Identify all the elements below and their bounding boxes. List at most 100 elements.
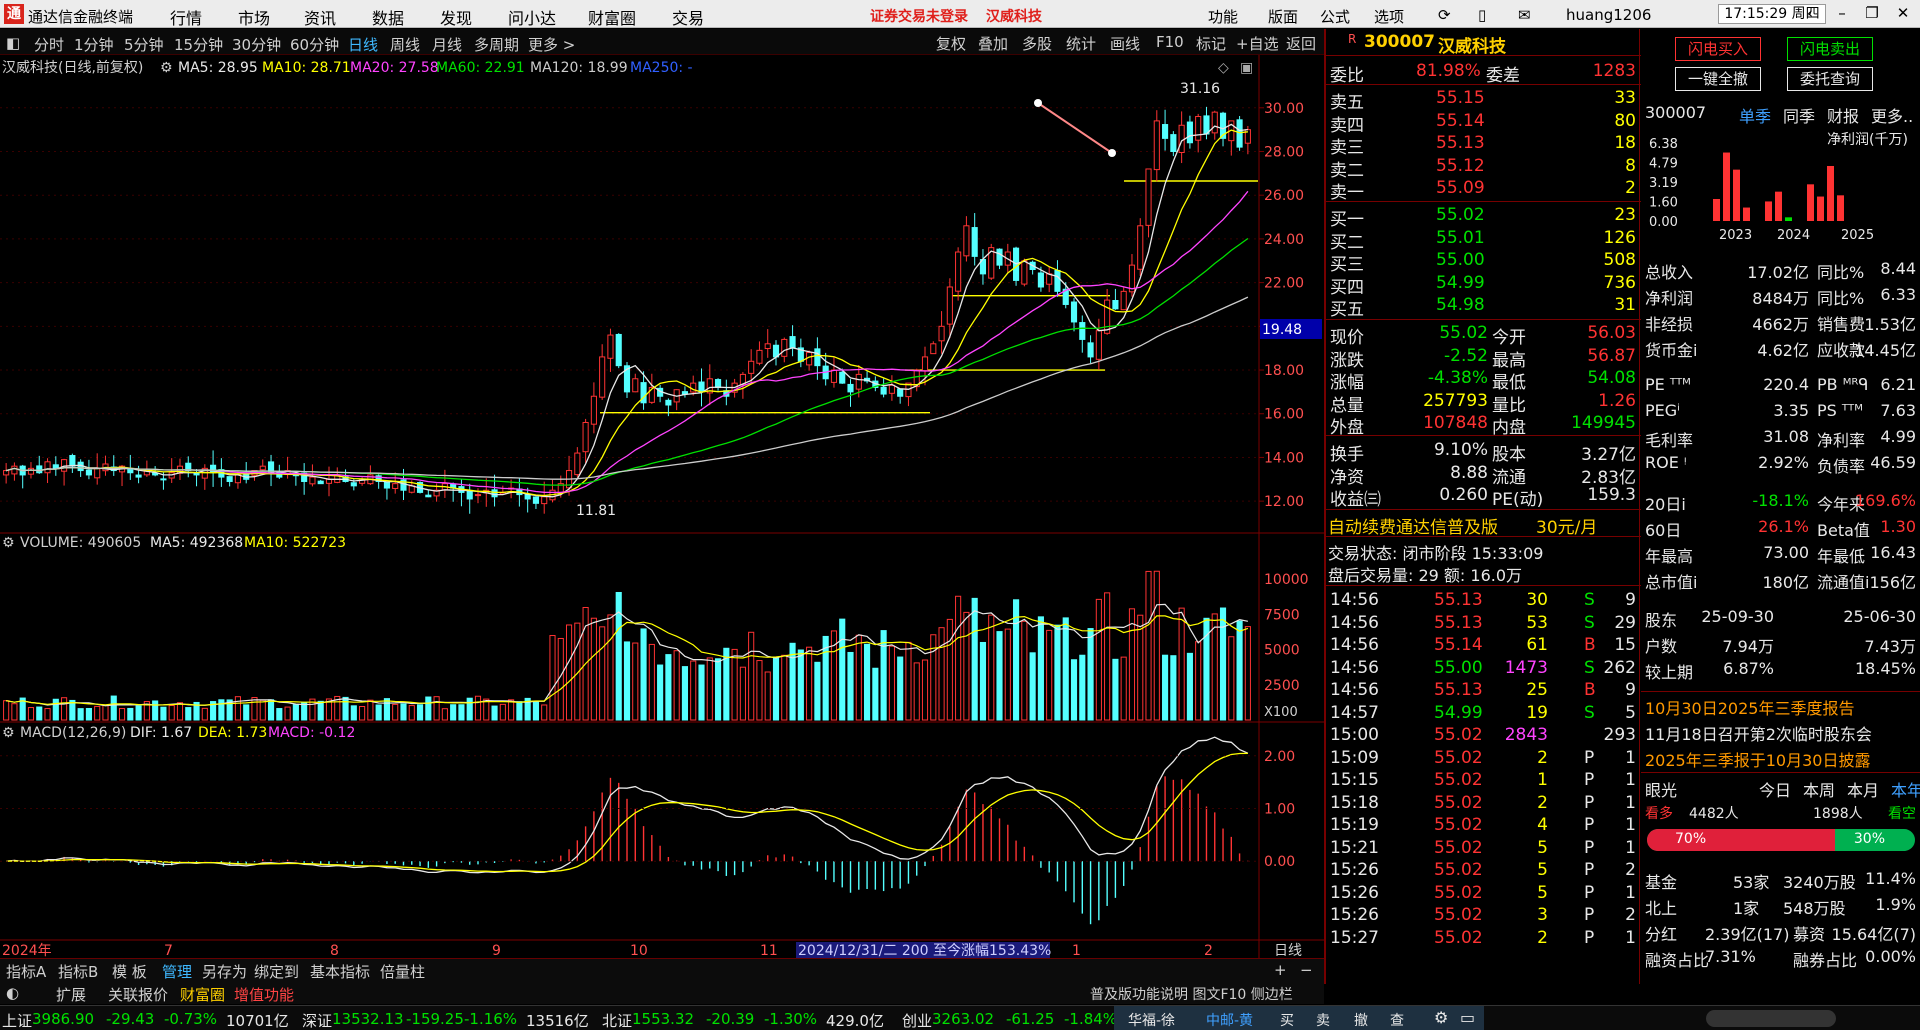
- tab-value-added[interactable]: 增值功能: [234, 984, 294, 1005]
- period-1min[interactable]: 1分钟: [74, 34, 114, 55]
- menu-item-shuju[interactable]: 数据: [372, 5, 404, 29]
- tool-back[interactable]: 返回: [1286, 33, 1316, 54]
- settings-icon[interactable]: ⚙: [160, 60, 173, 76]
- tab-template[interactable]: 模 板: [112, 961, 147, 982]
- tab-extend[interactable]: 扩展: [56, 984, 86, 1005]
- period-15min[interactable]: 15分钟: [174, 34, 223, 55]
- menu-item-jiaoyi[interactable]: 交易: [672, 5, 704, 29]
- tab-save-as[interactable]: 另存为: [202, 961, 247, 982]
- period-monthly[interactable]: 月线: [432, 34, 462, 55]
- settings-icon[interactable]: ⚙: [1434, 1008, 1448, 1027]
- eyes-tab[interactable]: 本周: [1803, 777, 1835, 801]
- diamond-icon[interactable]: ◇: [1218, 60, 1229, 76]
- tab-manage[interactable]: 管理: [162, 961, 192, 982]
- menu-item-wenxiaoda[interactable]: 问小达: [508, 5, 556, 29]
- tab-double-volume[interactable]: 倍量柱: [380, 961, 425, 982]
- eyes-tab[interactable]: 本年: [1891, 777, 1920, 801]
- minimize-icon[interactable]: –: [1832, 4, 1852, 24]
- volume-bar: [1029, 652, 1036, 721]
- tool-add-watchlist[interactable]: +自选: [1236, 33, 1279, 54]
- period-more[interactable]: 更多 >: [528, 34, 575, 55]
- panel-icon[interactable]: ▣: [1240, 60, 1253, 76]
- macd-settings-icon[interactable]: ⚙: [2, 725, 15, 741]
- restore-icon[interactable]: ❐: [1862, 4, 1882, 24]
- order-query-button[interactable]: 委托查询: [1787, 67, 1873, 91]
- flash-sell-button[interactable]: 闪电卖出: [1787, 37, 1873, 61]
- plus-icon[interactable]: +: [1274, 961, 1287, 979]
- toggle-panel-icon[interactable]: ◧: [6, 34, 20, 52]
- tool-multistock[interactable]: 多股: [1022, 33, 1052, 54]
- mail-icon[interactable]: ✉: [1518, 6, 1531, 24]
- menu-item-faxian[interactable]: 发现: [440, 5, 472, 29]
- kline-chart-area[interactable]: 汉威科技(日线,前复权) ⚙ MA5: 28.95 MA10: 28.71 MA…: [0, 55, 1324, 958]
- period-weekly[interactable]: 周线: [390, 34, 420, 55]
- minus-icon[interactable]: −: [1300, 961, 1313, 979]
- volume-settings-icon[interactable]: ⚙: [2, 535, 15, 551]
- eyes-tab[interactable]: 今日: [1759, 777, 1791, 801]
- stock-name-link[interactable]: 汉威科技: [986, 6, 1042, 26]
- x-period-label[interactable]: 日线: [1274, 943, 1302, 958]
- account-tab[interactable]: 查: [1390, 1010, 1404, 1030]
- news-item[interactable]: 10月30日2025年三季度报告: [1645, 695, 1854, 719]
- menu-item-zixun[interactable]: 资讯: [304, 5, 336, 29]
- tool-overlay[interactable]: 叠加: [978, 33, 1008, 54]
- menu-item-shichang[interactable]: 市场: [238, 5, 270, 29]
- window-icon[interactable]: ▭: [1460, 1008, 1475, 1027]
- period-60min[interactable]: 60分钟: [290, 34, 339, 55]
- candle-body: [309, 476, 316, 485]
- news-item[interactable]: 2025年三季报于10月30日披露: [1645, 747, 1870, 771]
- fund-tab-more[interactable]: 更多..: [1871, 103, 1913, 127]
- menu-item-hangqing[interactable]: 行情: [170, 5, 202, 29]
- promo-link[interactable]: 自动续费通达信普及版: [1328, 513, 1498, 538]
- menu-formula[interactable]: 公式: [1320, 6, 1350, 27]
- refresh-icon[interactable]: ⟳: [1438, 6, 1451, 24]
- close-icon[interactable]: ✕: [1893, 4, 1913, 24]
- back-arrow-icon[interactable]: ‹: [1800, 4, 1820, 24]
- menu-options[interactable]: 选项: [1374, 6, 1404, 27]
- news-item[interactable]: 11月18日召开第2次临时股东会: [1645, 721, 1872, 745]
- menu-item-caifuquan[interactable]: 财富圈: [588, 5, 636, 29]
- tab-indicator-a[interactable]: 指标A: [6, 961, 46, 982]
- account-tab[interactable]: 撤: [1354, 1010, 1368, 1030]
- account-tab[interactable]: 中邮-黄: [1206, 1010, 1253, 1030]
- account-tab[interactable]: 卖: [1316, 1010, 1330, 1030]
- period-daily[interactable]: 日线: [348, 34, 378, 55]
- fund-tab-report[interactable]: 财报: [1827, 103, 1859, 127]
- period-5min[interactable]: 5分钟: [124, 34, 164, 55]
- phone-icon[interactable]: ▯: [1478, 6, 1486, 24]
- tab-related-quotes[interactable]: 关联报价: [108, 984, 168, 1005]
- fund-tab-single[interactable]: 单季: [1739, 103, 1771, 127]
- period-30min[interactable]: 30分钟: [232, 34, 281, 55]
- tool-stats[interactable]: 统计: [1066, 33, 1096, 54]
- inst-c: 0.00%: [1865, 947, 1916, 966]
- volume-bar: [946, 618, 953, 721]
- account-tab[interactable]: 买: [1280, 1010, 1294, 1030]
- tool-fuquan[interactable]: 复权: [936, 33, 966, 54]
- period-multi[interactable]: 多周期: [474, 34, 519, 55]
- fund-label: 货币金i: [1645, 341, 1698, 360]
- tab-basic-indicators[interactable]: 基本指标: [310, 961, 370, 982]
- flash-buy-button[interactable]: 闪电买入: [1675, 37, 1761, 61]
- tab-wealth-circle[interactable]: 财富圈: [180, 984, 225, 1005]
- tool-draw[interactable]: 画线: [1110, 33, 1140, 54]
- eyes-tab[interactable]: 本月: [1847, 777, 1879, 801]
- account-tab[interactable]: 华福-徐: [1128, 1010, 1175, 1030]
- toggle-switch-icon[interactable]: ◐: [6, 984, 19, 1002]
- username[interactable]: huang1206: [1566, 6, 1651, 24]
- version-help-link[interactable]: 普及版功能说明 图文F10 侧边栏: [1090, 984, 1293, 1004]
- cancel-all-button[interactable]: 一键全撤: [1675, 67, 1761, 91]
- tab-indicator-b[interactable]: 指标B: [58, 961, 98, 982]
- menu-function[interactable]: 功能: [1208, 6, 1238, 27]
- tick-price: 55.02: [1434, 927, 1483, 948]
- tool-f10[interactable]: F10: [1156, 33, 1184, 51]
- trade-login-alert[interactable]: 证券交易未登录: [870, 6, 968, 26]
- period-fenshi[interactable]: 分时: [34, 34, 64, 55]
- promo-price[interactable]: 30元/月: [1536, 513, 1597, 538]
- search-input[interactable]: [1706, 1010, 1836, 1027]
- stat2-value-2: 159.3: [1587, 485, 1636, 505]
- tab-bind-to[interactable]: 绑定到: [254, 961, 299, 982]
- fund-tab-same[interactable]: 同季: [1783, 103, 1815, 127]
- tool-mark[interactable]: 标记: [1196, 33, 1226, 54]
- volume-bar: [218, 699, 225, 721]
- menu-layout[interactable]: 版面: [1268, 6, 1298, 27]
